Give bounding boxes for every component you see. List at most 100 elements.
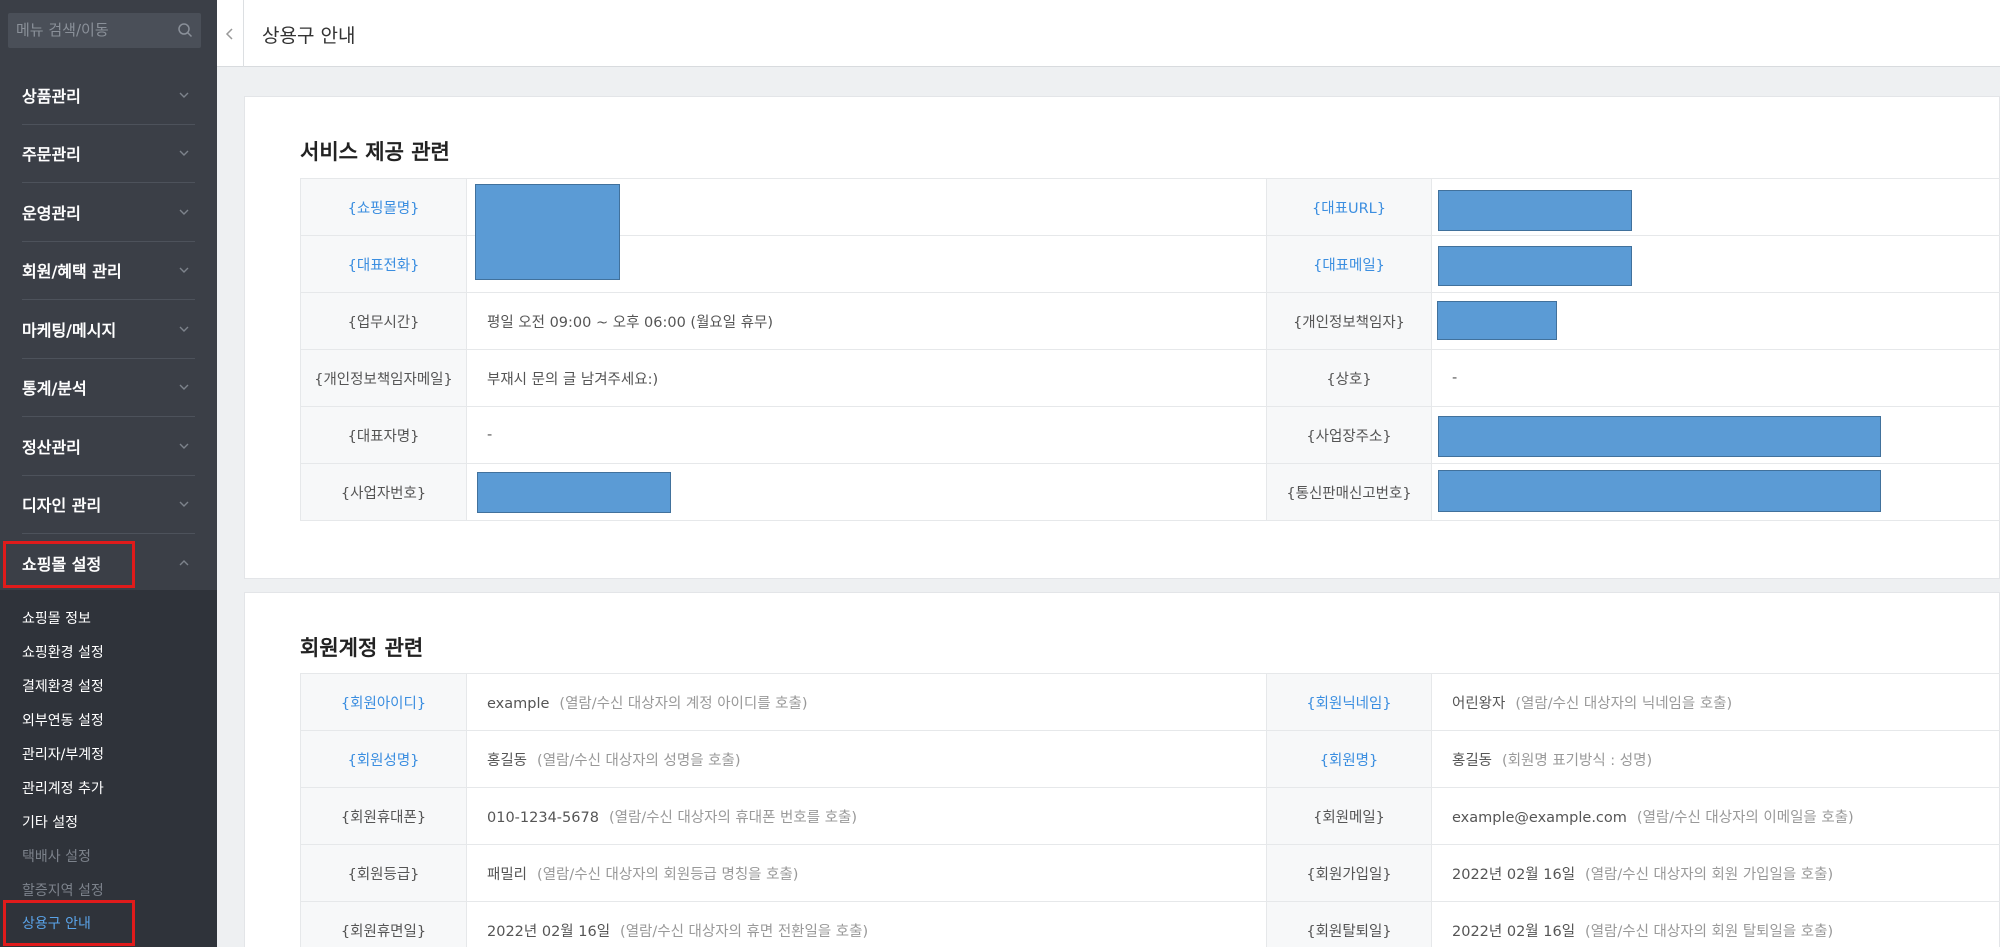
redacted-block (1438, 416, 1881, 457)
submenu-item-add-admin[interactable]: 관리계정 추가 (22, 778, 104, 798)
key-cell: {사업장주소} (1266, 406, 1432, 464)
key-cell[interactable]: {대표전화} (300, 235, 467, 293)
sidebar-menu: 상품관리 주문관리 운영관리 회원/혜택 관리 마케팅/메시지 통계/분석 정산… (0, 66, 217, 593)
submenu-item-shop-env[interactable]: 쇼핑환경 설정 (22, 642, 104, 662)
key-cell: {회원휴대폰} (300, 787, 467, 845)
value-cell: - (466, 406, 1267, 464)
sidebar-item-label: 회원/혜택 관리 (22, 262, 122, 282)
sidebar-item-marketing[interactable]: 마케팅/메시지 (22, 300, 195, 359)
member-panel: 회원계정 관련 {회원아이디} example (열람/수신 대상자의 계정 아이… (244, 592, 2000, 947)
chevron-down-icon (179, 150, 189, 157)
table-row: {대표전화} {대표메일} (300, 235, 2000, 293)
submenu-item-shop-info[interactable]: 쇼핑몰 정보 (22, 608, 91, 628)
key-cell[interactable]: {회원명} (1266, 730, 1432, 788)
value-description: (회원명 표기방식 : 성명) (1502, 752, 1653, 769)
value-cell (1431, 178, 2000, 236)
redacted-block (1437, 301, 1557, 340)
redacted-block (1438, 470, 1881, 512)
search-icon[interactable] (177, 22, 193, 38)
sidebar-item-label: 상품관리 (22, 86, 81, 106)
submenu-item-admin[interactable]: 관리자/부계정 (22, 744, 104, 764)
key-cell[interactable]: {회원아이디} (300, 673, 467, 731)
value-cell: 2022년 02월 16일 (열람/수신 대상자의 회원 가입일을 호출) (1431, 844, 2000, 902)
submenu-item-external[interactable]: 외부연동 설정 (22, 710, 104, 730)
value-cell: 2022년 02월 16일 (열람/수신 대상자의 휴면 전환일을 호출) (466, 901, 1267, 947)
key-cell: {회원탈퇴일} (1266, 901, 1432, 947)
key-cell: {개인정보책임자메일} (300, 349, 467, 407)
chevron-down-icon (179, 326, 189, 332)
value-description: (열람/수신 대상자의 휴면 전환일을 호출) (620, 923, 869, 940)
value-text: 2022년 02월 16일 (487, 923, 611, 940)
value-description: (열람/수신 대상자의 휴대폰 번호를 호출) (608, 809, 858, 826)
key-cell: {회원등급} (300, 844, 467, 902)
sidebar-item-orders[interactable]: 주문관리 (22, 125, 195, 183)
value-description: (열람/수신 대상자의 계정 아이디를 호출) (559, 695, 808, 712)
sidebar-item-label: 마케팅/메시지 (22, 320, 117, 340)
chevron-down-icon (179, 384, 189, 391)
value-description: (열람/수신 대상자의 이메일을 호출) (1636, 809, 1854, 826)
table-row: {개인정보책임자메일} 부재시 문의 글 남겨주세요:) {상호} - (300, 349, 2000, 407)
table-row: {회원휴면일} 2022년 02월 16일 (열람/수신 대상자의 휴면 전환일을… (300, 901, 2000, 947)
sidebar-item-operations[interactable]: 운영관리 (22, 183, 195, 242)
table-row: {대표자명} - {사업장주소} (300, 406, 2000, 464)
submenu-item-courier[interactable]: 택배사 설정 (22, 846, 91, 866)
redacted-block (1438, 190, 1632, 231)
value-description: (열람/수신 대상자의 닉네임을 호출) (1515, 695, 1733, 712)
key-cell[interactable]: {회원성명} (300, 730, 467, 788)
value-text: 홍길동 (1452, 752, 1493, 769)
submenu-item-payment-env[interactable]: 결제환경 설정 (22, 676, 104, 696)
sidebar-item-label: 디자인 관리 (22, 496, 102, 516)
sidebar-item-design[interactable]: 디자인 관리 (22, 476, 195, 534)
key-cell: {통신판매신고번호} (1266, 463, 1432, 521)
chevron-down-icon (179, 443, 189, 449)
sidebar-item-label: 운영관리 (22, 203, 81, 223)
service-panel: 서비스 제공 관련 {쇼핑몰명} {대표URL} {대표전화} {대표메일} {… (244, 96, 2000, 579)
submenu-item-surcharge[interactable]: 할증지역 설정 (22, 880, 104, 900)
sidebar-item-settlement[interactable]: 정산관리 (22, 417, 195, 476)
value-cell (1431, 463, 2000, 521)
key-cell: {대표자명} (300, 406, 467, 464)
value-cell (1431, 235, 2000, 293)
key-cell[interactable]: {회원닉네임} (1266, 673, 1432, 731)
sidebar-item-label: 주문관리 (22, 145, 81, 165)
value-text: 2022년 02월 16일 (1452, 923, 1576, 940)
submenu-shop-settings: 쇼핑몰 정보 쇼핑환경 설정 결제환경 설정 외부연동 설정 관리자/부계정 관… (0, 590, 217, 947)
chevron-down-icon (179, 209, 189, 215)
key-cell: {상호} (1266, 349, 1432, 407)
value-description: (열람/수신 대상자의 회원 탈퇴일을 호출) (1585, 923, 1834, 940)
value-cell (1431, 406, 2000, 464)
sidebar-item-label: 정산관리 (22, 437, 81, 457)
key-cell[interactable]: {쇼핑몰명} (300, 178, 467, 236)
menu-search[interactable] (8, 13, 201, 48)
key-cell: {회원메일} (1266, 787, 1432, 845)
submenu-item-etc[interactable]: 기타 설정 (22, 812, 78, 832)
key-cell: {회원휴면일} (300, 901, 467, 947)
table-row: {쇼핑몰명} {대표URL} (300, 178, 2000, 280)
chevron-down-icon (179, 267, 189, 274)
value-text: example@example.com (1452, 809, 1627, 826)
collapse-sidebar-button[interactable] (217, 0, 244, 67)
sidebar-item-products[interactable]: 상품관리 (22, 66, 195, 125)
sidebar-item-statistics[interactable]: 통계/분석 (22, 359, 195, 417)
highlight-shop-settings (3, 541, 135, 588)
table-row: {사업자번호} {통신판매신고번호} (300, 463, 2000, 521)
key-cell[interactable]: {대표URL} (1266, 178, 1432, 236)
value-text: 010-1234-5678 (487, 809, 599, 826)
key-cell: {사업자번호} (300, 463, 467, 521)
value-cell: example (열람/수신 대상자의 계정 아이디를 호출) (466, 673, 1267, 731)
highlight-phrases (3, 900, 135, 946)
value-text: 홍길동 (487, 752, 528, 769)
value-cell: example@example.com (열람/수신 대상자의 이메일을 호출) (1431, 787, 2000, 845)
key-cell[interactable]: {대표메일} (1266, 235, 1432, 293)
chevron-left-icon (225, 27, 233, 40)
menu-search-input[interactable] (16, 21, 176, 39)
key-cell: {업무시간} (300, 292, 467, 350)
value-cell (466, 463, 1267, 521)
value-cell: 홍길동 (열람/수신 대상자의 성명을 호출) (466, 730, 1267, 788)
redacted-block (1438, 246, 1632, 286)
chevron-down-icon (179, 92, 189, 98)
sidebar-item-members[interactable]: 회원/혜택 관리 (22, 242, 195, 300)
value-text: 2022년 02월 16일 (1452, 866, 1576, 883)
value-description: (열람/수신 대상자의 회원등급 명칭을 호출) (537, 866, 799, 883)
value-cell: 부재시 문의 글 남겨주세요:) (466, 349, 1267, 407)
